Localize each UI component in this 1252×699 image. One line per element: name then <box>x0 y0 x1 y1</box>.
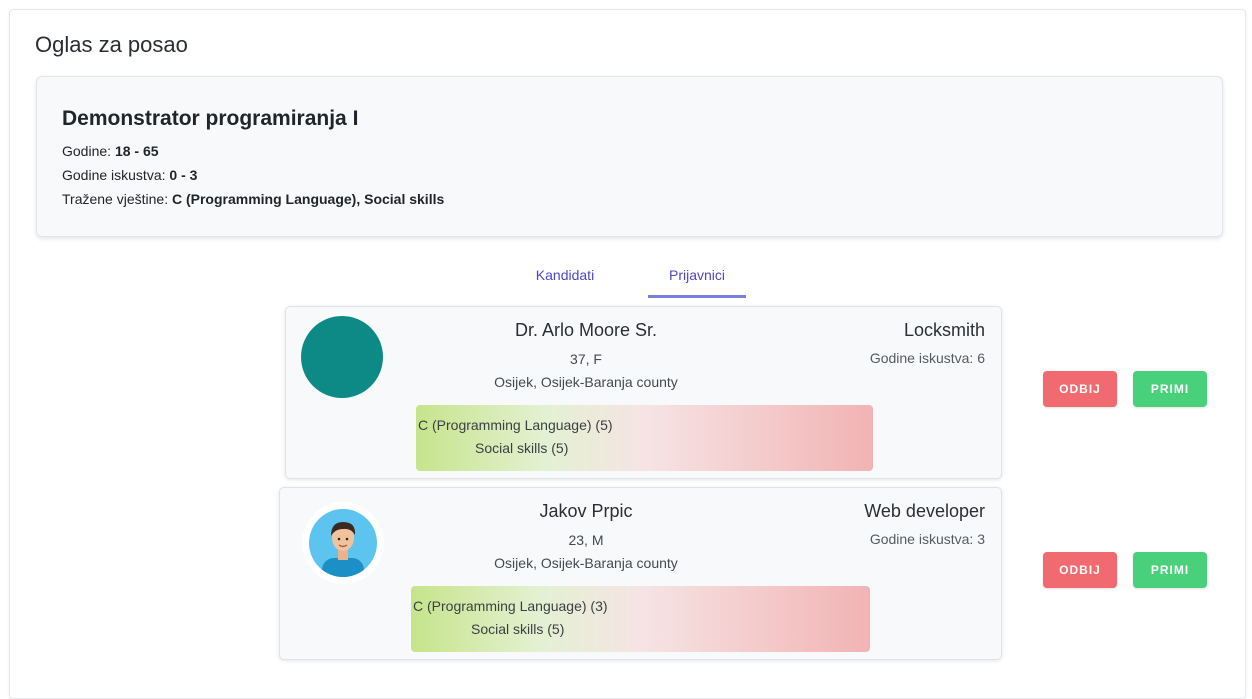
job-required-skills: Tražene vještine: C (Programming Languag… <box>62 191 444 207</box>
job-posting-panel: Oglas za posao Demonstrator programiranj… <box>9 9 1246 699</box>
job-skills-value: C (Programming Language), Social skills <box>171 191 445 207</box>
applicant-role: Web developer <box>864 501 985 521</box>
applicant-name: Jakov Prpic <box>539 501 633 521</box>
skill-item: Social skills (5) <box>475 440 569 456</box>
page-title: Oglas za posao <box>35 32 188 57</box>
job-skills-label: Tražene vještine: <box>62 191 169 207</box>
skills-match-box: C (Programming Language) (3) Social skil… <box>411 586 870 652</box>
skill-item: C (Programming Language) (3) <box>413 598 608 614</box>
applicant-experience: Godine iskustva: 6 <box>869 350 985 366</box>
job-experience-label: Godine iskustva: <box>62 167 166 183</box>
job-age-label: Godine: <box>62 143 112 159</box>
applicant-age-sex: 23, M <box>568 532 604 548</box>
tab-prijavnici[interactable]: Prijavnici <box>648 262 746 298</box>
person-avatar-icon <box>309 509 377 577</box>
applicant-role: Locksmith <box>903 320 985 340</box>
accept-button[interactable]: PRIMI <box>1133 371 1207 407</box>
avatar <box>301 316 383 398</box>
applicant-experience: Godine iskustva: 3 <box>869 531 985 547</box>
reject-button[interactable]: ODBIJ <box>1043 371 1117 407</box>
job-experience-value: 0 - 3 <box>169 167 198 183</box>
job-age-value: 18 - 65 <box>114 143 159 159</box>
applicant-location: Osijek, Osijek-Baranja county <box>494 374 678 390</box>
reject-button[interactable]: ODBIJ <box>1043 552 1117 588</box>
tab-kandidati[interactable]: Kandidati <box>515 262 615 298</box>
skills-match-box: C (Programming Language) (5) Social skil… <box>416 405 873 471</box>
job-title: Demonstrator programiranja I <box>62 107 359 130</box>
applicant-name: Dr. Arlo Moore Sr. <box>514 320 658 340</box>
skill-item: Social skills (5) <box>471 621 565 637</box>
avatar <box>302 502 384 584</box>
job-age-range: Godine: 18 - 65 <box>62 143 159 159</box>
accept-button[interactable]: PRIMI <box>1133 552 1207 588</box>
job-experience-range: Godine iskustva: 0 - 3 <box>62 167 197 183</box>
skill-item: C (Programming Language) (5) <box>418 417 613 433</box>
tab-bar: Kandidati Prijavnici <box>515 262 775 302</box>
applicant-card: Jakov Prpic 23, M Osijek, Osijek-Baranja… <box>279 487 1002 660</box>
applicant-age-sex: 37, F <box>570 351 602 367</box>
applicant-location: Osijek, Osijek-Baranja county <box>494 555 678 571</box>
applicant-card: Dr. Arlo Moore Sr. 37, F Osijek, Osijek-… <box>285 306 1002 479</box>
job-details-card: Demonstrator programiranja I Godine: 18 … <box>36 76 1223 237</box>
